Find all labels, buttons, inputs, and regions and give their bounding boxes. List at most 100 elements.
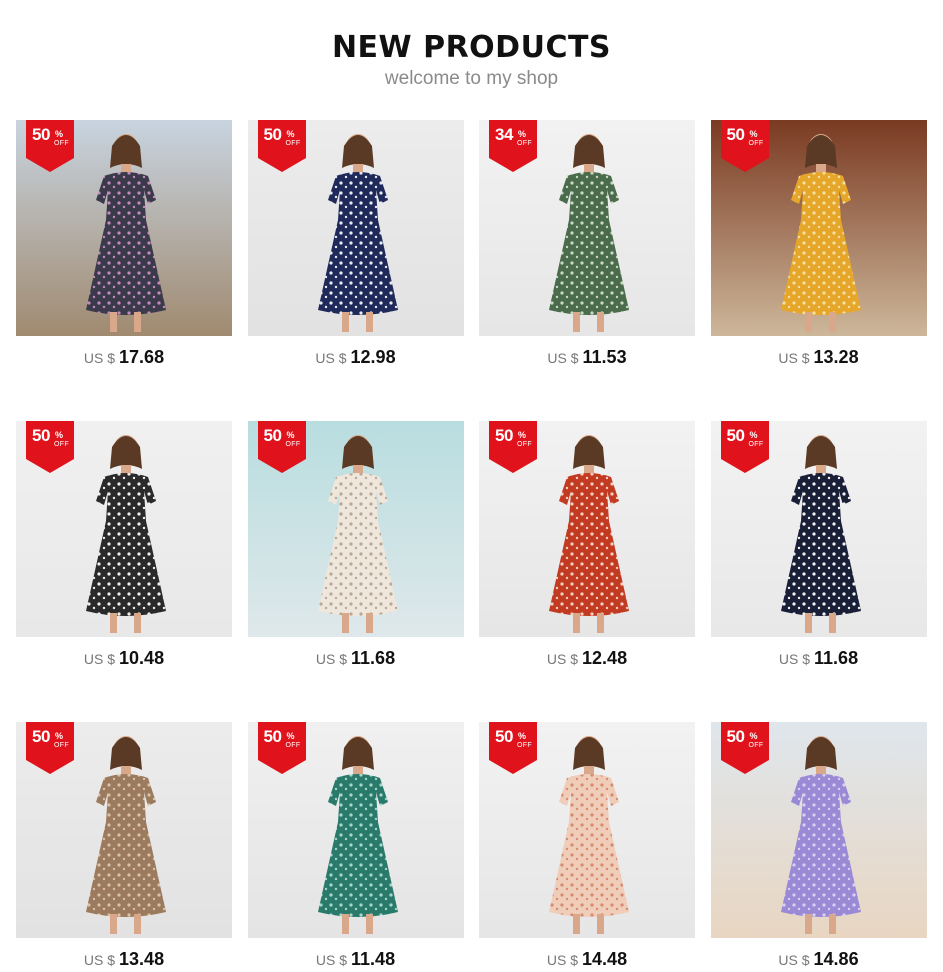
discount-badge: 50% OFF [26,722,74,774]
discount-percent-sign: % [286,731,295,741]
product-image[interactable]: 50% OFF [247,421,464,637]
price-value: 11.53 [582,347,627,367]
price-value: 14.48 [582,949,628,969]
product-price: US $12.48 [479,647,695,669]
product-image[interactable]: 50% OFF [16,421,232,637]
discount-off-label: OFF [517,742,532,749]
discount-badge: 50% OFF [257,722,306,774]
discount-badge: 50% OFF [720,421,769,473]
product-image[interactable]: 50% OFF [710,421,927,637]
discount-percent-sign: % [749,731,758,741]
price-value: 11.68 [351,648,396,668]
product-card[interactable]: 50% OFF US $13.48 [16,722,232,970]
product-card[interactable]: 34% OFF US $11.53 [479,120,695,368]
price-currency: US $ [546,952,579,968]
product-card[interactable]: 50% OFF US $13.28 [710,120,927,368]
discount-badge: 50% OFF [720,722,769,774]
product-price: US $17.68 [16,346,232,368]
price-currency: US $ [778,651,811,667]
product-card[interactable]: 50% OFF US $11.48 [247,722,464,970]
discount-badge: 50% OFF [26,120,74,172]
discount-percent-sign: % [286,430,295,440]
product-price: US $13.28 [711,346,927,368]
product-card[interactable]: 50% OFF US $11.68 [247,421,464,669]
product-card[interactable]: 50% OFF US $14.86 [710,722,927,970]
discount-badge: 34% OFF [489,120,537,172]
discount-off-label: OFF [517,140,532,147]
product-image[interactable]: 50% OFF [16,722,232,938]
discount-off-label: OFF [54,742,69,749]
discount-off-label: OFF [748,140,764,147]
price-currency: US $ [547,350,579,366]
price-currency: US $ [778,952,810,968]
product-image[interactable]: 50% OFF [247,722,464,938]
product-image[interactable]: 50% OFF [479,421,695,637]
product-price: US $14.48 [479,948,695,970]
discount-badge: 50% OFF [257,421,306,473]
product-price: US $13.48 [16,948,232,970]
discount-percent-sign: % [55,731,64,741]
price-value: 11.68 [814,648,859,668]
discount-off-label: OFF [285,742,301,749]
discount-percent-sign: % [55,129,64,139]
page-subtitle: welcome to my shop [384,68,559,89]
discount-percent-sign: % [55,430,64,440]
discount-percent-sign: % [749,129,758,139]
product-image[interactable]: 34% OFF [479,120,695,336]
product-image[interactable]: 50% OFF [16,120,232,336]
product-price: US $11.53 [479,346,695,368]
discount-value: 50 [263,727,282,746]
discount-value: 50 [726,125,745,144]
discount-percent-sign: % [518,430,527,440]
discount-value: 50 [726,426,745,445]
product-card[interactable]: 50% OFF US $17.68 [16,120,232,368]
product-grid: 50% OFF US $17.68 50% OFF US $12.98 34% OFF US $… [16,120,927,970]
discount-badge: 50% OFF [489,722,537,774]
discount-percent-sign: % [518,731,527,741]
price-value: 12.98 [350,347,396,367]
price-currency: US $ [315,350,347,366]
discount-percent-sign: % [749,430,758,440]
product-image[interactable]: 50% OFF [247,120,464,336]
discount-value: 50 [726,727,745,746]
discount-value: 50 [32,727,50,746]
price-currency: US $ [778,350,810,366]
price-value: 13.28 [813,347,859,367]
discount-off-label: OFF [54,441,69,448]
price-currency: US $ [83,952,116,968]
product-price: US $11.68 [711,647,927,669]
discount-percent-sign: % [518,129,527,139]
discount-off-label: OFF [748,742,764,749]
price-value: 17.68 [119,347,165,367]
price-currency: US $ [546,651,579,667]
product-image[interactable]: 50% OFF [479,722,695,938]
price-value: 13.48 [119,949,165,969]
price-value: 14.86 [813,949,859,969]
product-image[interactable]: 50% OFF [710,120,927,336]
discount-off-label: OFF [748,441,764,448]
price-value: 10.48 [119,648,165,668]
price-value: 12.48 [582,648,628,668]
discount-off-label: OFF [54,140,69,147]
product-card[interactable]: 50% OFF US $12.98 [247,120,464,368]
product-price: US $11.48 [248,948,464,970]
discount-off-label: OFF [285,140,301,147]
discount-value: 50 [263,125,282,144]
discount-value: 50 [263,426,282,445]
product-price: US $12.98 [248,346,464,368]
product-card[interactable]: 50% OFF US $10.48 [16,421,232,669]
page-title: NEW PRODUCTS [331,30,612,65]
discount-value: 50 [32,125,50,144]
product-image[interactable]: 50% OFF [710,722,927,938]
price-value: 11.48 [351,949,396,969]
product-card[interactable]: 50% OFF US $11.68 [710,421,927,669]
discount-value: 50 [495,426,513,445]
discount-badge: 50% OFF [720,120,769,172]
price-currency: US $ [315,952,348,968]
discount-off-label: OFF [285,441,301,448]
product-card[interactable]: 50% OFF US $14.48 [479,722,695,970]
price-currency: US $ [315,651,348,667]
discount-percent-sign: % [286,129,295,139]
product-card[interactable]: 50% OFF US $12.48 [479,421,695,669]
price-currency: US $ [83,350,116,366]
